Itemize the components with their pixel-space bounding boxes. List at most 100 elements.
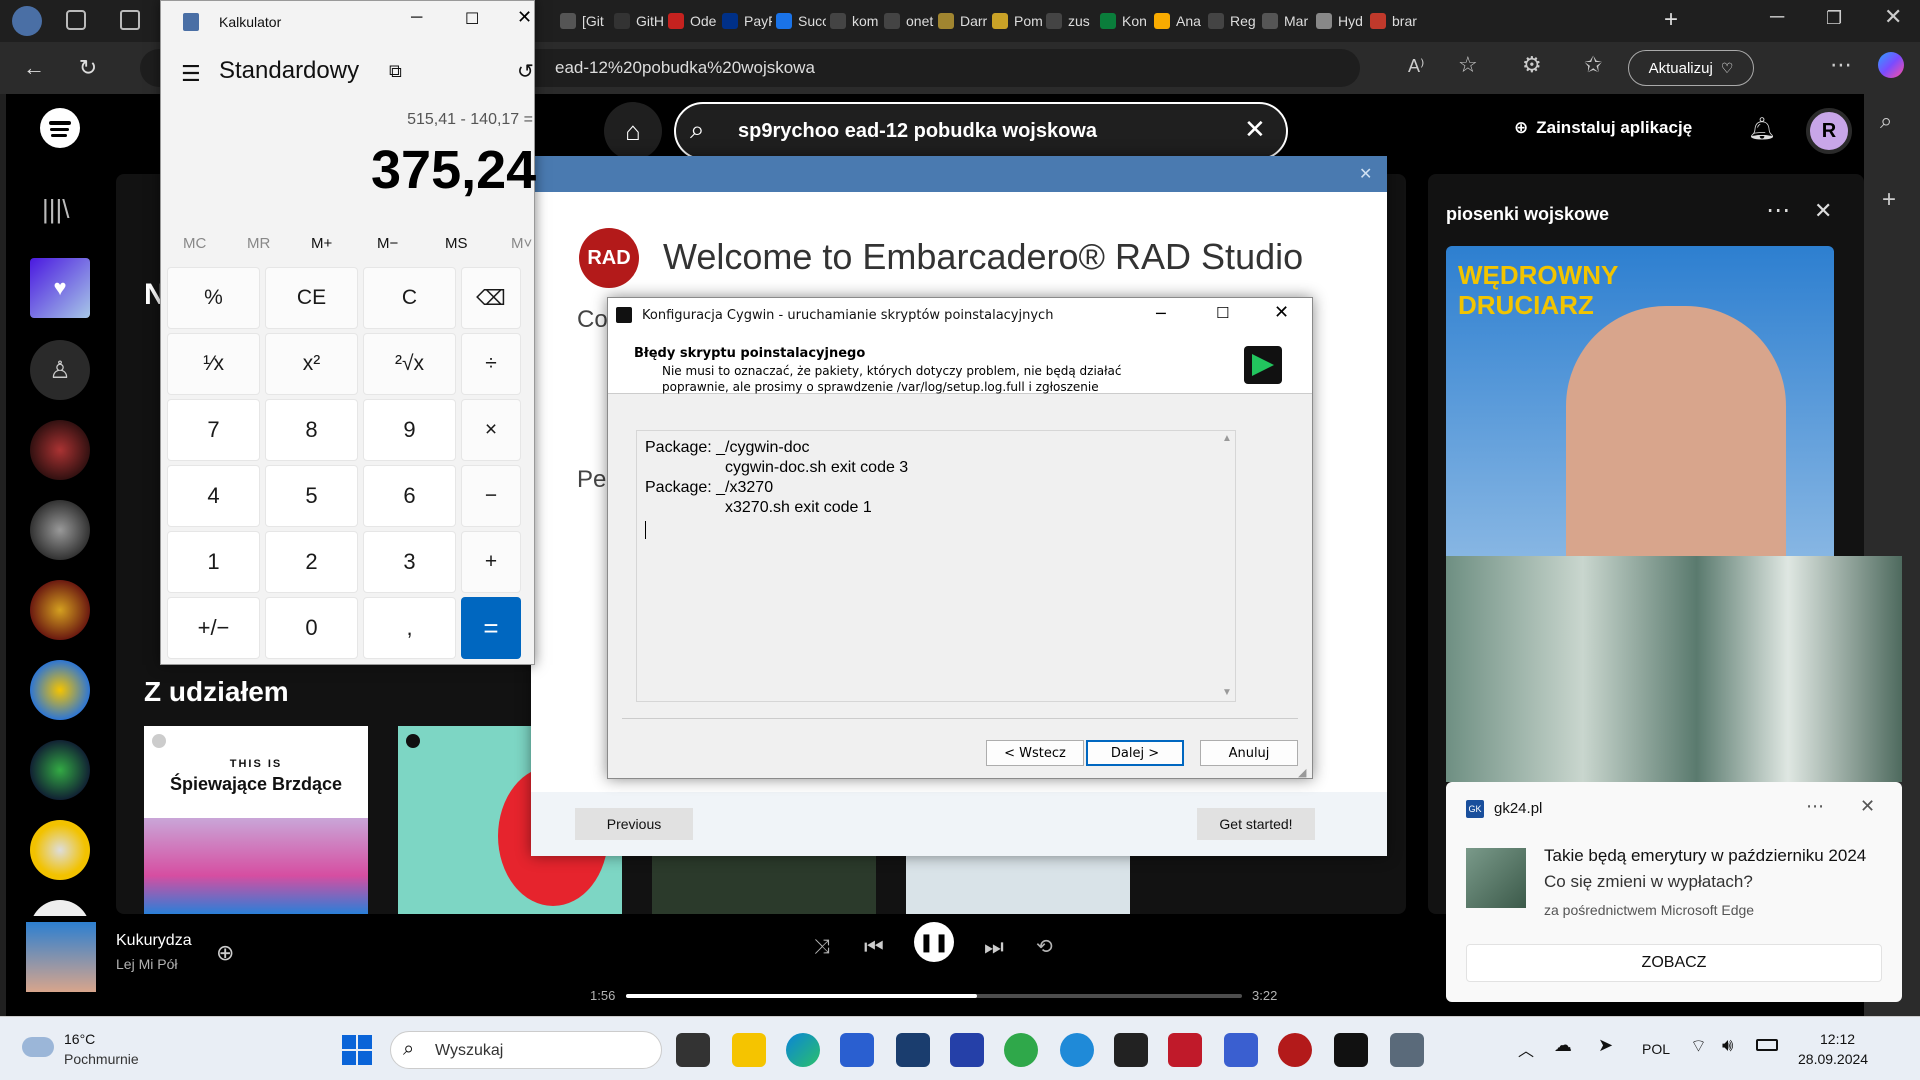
taskbar-search[interactable]: ⌕ Wyszukaj — [390, 1031, 662, 1069]
cygwin-log-area[interactable]: Package: _/cygwin-doc cygwin-doc.sh exit… — [636, 430, 1236, 702]
shuffle-icon[interactable]: ⤨ — [814, 936, 830, 959]
browser-tab[interactable]: kom — [830, 6, 880, 36]
calc-key[interactable]: 3 — [363, 531, 456, 593]
library-item-3[interactable] — [30, 580, 90, 640]
previous-icon[interactable]: ⏮ — [864, 934, 884, 960]
memory-add[interactable]: M+ — [311, 235, 332, 252]
section-title[interactable]: Z udziałem — [144, 676, 289, 708]
app-red-icon[interactable] — [1168, 1033, 1202, 1067]
browser-tab[interactable]: Mar — [1262, 6, 1312, 36]
memory-recall[interactable]: MR — [247, 235, 270, 252]
new-tab-button[interactable]: + — [1664, 6, 1678, 34]
calc-key[interactable]: 4 — [167, 465, 260, 527]
calc-minimize-button[interactable]: ─ — [411, 9, 422, 27]
cancel-button[interactable]: Anuluj — [1200, 740, 1298, 766]
add-to-library-icon[interactable]: ⊕ — [216, 940, 234, 966]
copilot-icon[interactable] — [1878, 52, 1904, 78]
panel-close-icon[interactable]: ✕ — [1814, 198, 1832, 224]
extensions-icon[interactable]: ⚙ — [1522, 52, 1542, 78]
cygwin-taskbar-icon[interactable] — [1334, 1033, 1368, 1067]
panel-title[interactable]: piosenki wojskowe — [1446, 204, 1609, 225]
sidebar-add-icon[interactable]: + — [1882, 186, 1896, 214]
repeat-icon[interactable]: ⟲ — [1036, 934, 1053, 959]
log-scrollbar[interactable]: ▲ ▼ — [1219, 431, 1235, 701]
browser-tab[interactable]: Kon — [1100, 6, 1150, 36]
browser-tab[interactable]: [Git — [560, 6, 610, 36]
tray-location-icon[interactable]: ➤ — [1598, 1035, 1613, 1056]
read-aloud-icon[interactable]: A⁾ — [1408, 56, 1424, 77]
minimize-button[interactable]: ─ — [1770, 6, 1784, 29]
vertical-tabs-icon[interactable] — [120, 10, 140, 30]
clock-date[interactable]: 28.09.2024 — [1798, 1051, 1868, 1067]
tray-cloud-icon[interactable]: ☁ — [1554, 1035, 1572, 1056]
weather-icon[interactable] — [22, 1037, 54, 1057]
pause-button[interactable]: ❚❚ — [914, 922, 954, 962]
notifications-bell-icon[interactable]: 🔔︎ — [1748, 116, 1776, 142]
calc-key[interactable]: 2 — [265, 531, 358, 593]
cygwin-close-button[interactable]: ✕ — [1274, 302, 1289, 323]
library-item-5[interactable] — [30, 740, 90, 800]
task-view-icon[interactable] — [676, 1033, 710, 1067]
library-item-4[interactable] — [30, 660, 90, 720]
browser-tab[interactable]: PayF — [722, 6, 772, 36]
calc-close-button[interactable]: ✕ — [517, 7, 532, 28]
network-icon[interactable]: ⌔ — [1690, 1035, 1707, 1058]
library-icon[interactable]: |||\ — [42, 194, 70, 225]
terminal-icon[interactable] — [1114, 1033, 1148, 1067]
calc-key[interactable]: 0 — [265, 597, 358, 659]
favorite-star-icon[interactable]: ☆ — [1458, 52, 1478, 78]
search-input[interactable]: sp9rychoo ead-12 pobudka wojskowa — [738, 120, 1097, 143]
track-artist[interactable]: Lej Mi Pół — [116, 956, 177, 972]
browser-tab[interactable]: Darr — [938, 6, 988, 36]
browser-tab[interactable]: GitH — [614, 6, 664, 36]
sidebar-search-icon[interactable]: ⌕ — [1880, 108, 1892, 134]
calc-key[interactable]: 8 — [265, 399, 358, 461]
library-item-6[interactable] — [30, 820, 90, 880]
playlist-card-1[interactable]: THIS IS Śpiewające Brzdące — [144, 726, 368, 914]
avatar[interactable]: R — [1806, 108, 1852, 154]
keep-on-top-icon[interactable]: ⧉ — [389, 61, 402, 82]
more-menu-icon[interactable]: ⋯ — [1830, 52, 1852, 78]
clock-time[interactable]: 12:12 — [1820, 1031, 1855, 1047]
calc-key[interactable]: 9 — [363, 399, 456, 461]
start-button[interactable] — [342, 1035, 372, 1065]
language-indicator[interactable]: POL — [1642, 1041, 1670, 1057]
app-green-icon[interactable] — [1004, 1033, 1038, 1067]
now-playing-cover[interactable] — [26, 922, 96, 992]
library-item-2[interactable] — [30, 500, 90, 560]
install-app-link[interactable]: ⊕ Zainstaluj aplikację — [1514, 118, 1692, 138]
calc-key[interactable]: ⌫ — [461, 267, 521, 329]
calc-key[interactable]: = — [461, 597, 521, 659]
resize-grip-icon[interactable]: ◢ — [1298, 766, 1306, 779]
progress-track[interactable] — [626, 994, 1242, 998]
battery-icon[interactable] — [1756, 1039, 1778, 1051]
rad-close-icon[interactable]: ✕ — [1359, 164, 1372, 184]
memory-clear[interactable]: MC — [183, 235, 206, 252]
store-icon[interactable] — [840, 1033, 874, 1067]
calc-key[interactable]: ÷ — [461, 333, 521, 395]
library-item-1[interactable] — [30, 420, 90, 480]
close-button[interactable]: ✕ — [1884, 4, 1902, 30]
back-button[interactable]: < Wstecz — [986, 740, 1084, 766]
calc-key[interactable]: × — [461, 399, 521, 461]
weather-desc[interactable]: Pochmurnie — [64, 1051, 139, 1067]
spotify-logo-icon[interactable] — [40, 108, 80, 148]
rad-studio-taskbar-icon[interactable] — [1278, 1033, 1312, 1067]
rad-previous-button[interactable]: Previous — [575, 808, 693, 840]
hamburger-menu-icon[interactable]: ☰ — [181, 61, 201, 87]
calc-key[interactable]: − — [461, 465, 521, 527]
calculator-taskbar-icon[interactable] — [1390, 1033, 1424, 1067]
calc-maximize-button[interactable]: ☐ — [465, 9, 479, 29]
browser-tab[interactable]: Pom — [992, 6, 1042, 36]
workspaces-icon[interactable] — [66, 10, 86, 30]
calc-key[interactable]: + — [461, 531, 521, 593]
app-help-icon[interactable] — [1060, 1033, 1094, 1067]
calc-key[interactable]: , — [363, 597, 456, 659]
browser-tab[interactable]: Succ — [776, 6, 826, 36]
file-explorer-icon[interactable] — [732, 1033, 766, 1067]
browser-tab[interactable]: Hyd — [1316, 6, 1366, 36]
calc-key[interactable]: 1 — [167, 531, 260, 593]
tray-chevron-icon[interactable]: ︿ — [1518, 1037, 1534, 1061]
back-icon[interactable]: ← — [16, 50, 52, 86]
memory-list[interactable]: M˅ — [511, 235, 532, 252]
